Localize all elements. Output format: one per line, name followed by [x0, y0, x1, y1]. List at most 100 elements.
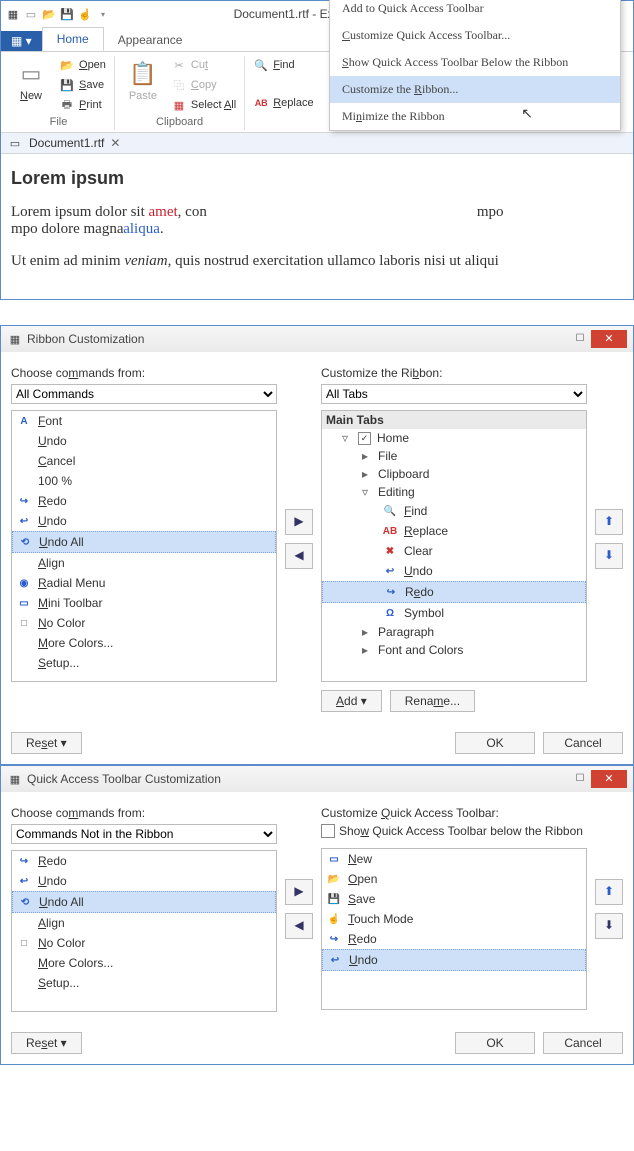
list-item[interactable]: ▭New — [322, 849, 586, 869]
list-item[interactable]: ↩Undo — [322, 561, 586, 581]
list-item[interactable]: ↪Redo — [322, 929, 586, 949]
list-item[interactable]: ↩Undo — [12, 511, 276, 531]
rename-button[interactable]: Rename... — [390, 690, 475, 712]
ctx-show-below[interactable]: Show Quick Access Toolbar Below the Ribb… — [330, 49, 620, 76]
list-item[interactable]: Align — [12, 913, 276, 933]
new-button[interactable]: ▭New — [9, 56, 53, 104]
list-item[interactable]: ABReplace — [322, 521, 586, 541]
list-item[interactable]: Undo — [12, 431, 276, 451]
list-item[interactable]: Align — [12, 553, 276, 573]
close-button[interactable]: ✕ — [591, 330, 627, 348]
doc-icon: ▭ — [7, 135, 23, 151]
remove-left-button[interactable]: ◀ — [285, 543, 313, 569]
list-item[interactable]: ↪Redo — [12, 491, 276, 511]
open-button[interactable]: 📂Open — [57, 56, 108, 74]
move-down-button[interactable]: ⬇ — [595, 543, 623, 569]
list-item[interactable]: ▿✓Home — [322, 429, 586, 447]
add-right-button[interactable]: ▶ — [285, 879, 313, 905]
list-item[interactable]: ↩Undo — [322, 949, 586, 971]
copy-button[interactable]: ⿻Copy — [169, 76, 238, 94]
list-item[interactable]: ▸Clipboard — [322, 465, 586, 483]
print-button[interactable]: 🖶Print — [57, 96, 108, 114]
cancel-button[interactable]: Cancel — [543, 1032, 623, 1054]
tab-appearance[interactable]: Appearance — [104, 29, 197, 51]
tabs-select[interactable]: All Tabs — [321, 384, 587, 404]
list-item[interactable]: 💾Save — [322, 889, 586, 909]
maximize-button[interactable]: ☐ — [569, 330, 591, 348]
find-button[interactable]: 🔍Find — [251, 56, 315, 74]
list-item[interactable]: Setup... — [12, 973, 276, 993]
list-item[interactable]: ✖Clear — [322, 541, 586, 561]
remove-left-button[interactable]: ◀ — [285, 913, 313, 939]
maximize-button[interactable]: ☐ — [569, 770, 591, 788]
qat-touch-icon[interactable]: ☝ — [77, 6, 93, 22]
list-item[interactable]: AFont — [12, 411, 276, 431]
list-item[interactable]: ▿Editing — [322, 483, 586, 501]
tab-home[interactable]: Home — [42, 27, 104, 51]
add-dropdown-button[interactable]: Add ▾ — [321, 690, 382, 712]
customize-qat-label: Customize Quick Access Toolbar: — [321, 806, 587, 820]
file-tab[interactable]: ▦ ▾ — [1, 31, 42, 51]
list-item[interactable]: 100 % — [12, 471, 276, 491]
ribbon-tree[interactable]: Main Tabs ▿✓Home▸File▸Clipboard▿Editing🔍… — [321, 410, 587, 682]
list-item[interactable]: 📂Open — [322, 869, 586, 889]
list-item[interactable]: Cancel — [12, 451, 276, 471]
show-below-checkbox[interactable]: Show Quick Access Toolbar below the Ribb… — [321, 824, 587, 838]
list-item[interactable]: ↩Undo — [12, 871, 276, 891]
group-file: ▭New 📂Open 💾Save 🖶Print File — [3, 56, 115, 130]
editor[interactable]: Lorem ipsum Lorem ipsum dolor sit amet, … — [1, 154, 633, 299]
qat-list[interactable]: ▭New📂Open💾Save☝Touch Mode↪Redo↩Undo — [321, 848, 587, 1010]
ctx-add-qat[interactable]: Add to Quick Access Toolbar — [330, 0, 620, 22]
qat-new-icon[interactable]: ▭ — [23, 6, 39, 22]
cancel-button[interactable]: Cancel — [543, 732, 623, 754]
ctx-customize-ribbon[interactable]: Customize the Ribbon... — [330, 76, 620, 103]
dialog-icon: ▦ — [7, 331, 23, 347]
replace-button[interactable]: ABReplace — [251, 94, 315, 112]
list-item[interactable]: □No Color — [12, 613, 276, 633]
list-item[interactable]: ▭Mini Toolbar — [12, 593, 276, 613]
list-item[interactable]: ⟲Undo All — [12, 531, 276, 553]
move-up-button[interactable]: ⬆ — [595, 879, 623, 905]
list-item[interactable]: ↪Redo — [12, 851, 276, 871]
list-item[interactable]: More Colors... — [12, 633, 276, 653]
text-aliqua: aliqua — [123, 221, 160, 237]
ok-button[interactable]: OK — [455, 1032, 535, 1054]
list-item[interactable]: More Colors... — [12, 953, 276, 973]
choose-label: Choose commands from: — [11, 366, 277, 380]
qat-open-icon[interactable]: 📂 — [41, 6, 57, 22]
document-tab[interactable]: ▭ Document1.rtf ✕ — [1, 133, 633, 154]
list-item[interactable]: □No Color — [12, 933, 276, 953]
choose-label: Choose commands from: — [11, 806, 277, 820]
qat-save-icon[interactable]: 💾 — [59, 6, 75, 22]
commands-list[interactable]: AFontUndoCancel100 %↪Redo↩Undo⟲Undo AllA… — [11, 410, 277, 682]
list-item[interactable]: ◉Radial Menu — [12, 573, 276, 593]
commands-list[interactable]: ↪Redo↩Undo⟲Undo AllAlign□No ColorMore Co… — [11, 850, 277, 1012]
selectall-button[interactable]: ▦Select All — [169, 96, 238, 114]
list-item[interactable]: Setup... — [12, 653, 276, 673]
ok-button[interactable]: OK — [455, 732, 535, 754]
save-button[interactable]: 💾Save — [57, 76, 108, 94]
qat-dropdown-icon[interactable]: ▾ — [95, 6, 111, 22]
text-veniam: veniam — [124, 253, 167, 269]
reset-button[interactable]: Reset ▾ — [11, 1032, 82, 1054]
choose-select[interactable]: Commands Not in the Ribbon — [11, 824, 277, 844]
add-right-button[interactable]: ▶ — [285, 509, 313, 535]
list-item[interactable]: ☝Touch Mode — [322, 909, 586, 929]
reset-button[interactable]: Reset ▾ — [11, 732, 82, 754]
ctx-minimize[interactable]: Minimize the Ribbon — [330, 103, 620, 130]
paste-button[interactable]: 📋Paste — [121, 56, 165, 104]
list-item[interactable]: ↪Redo — [322, 581, 586, 603]
ctx-customize-qat[interactable]: Customize Quick Access Toolbar... — [330, 22, 620, 49]
list-item[interactable]: ▸File — [322, 447, 586, 465]
cut-button[interactable]: ✂Cut — [169, 56, 238, 74]
list-item[interactable]: ▸Paragraph — [322, 623, 586, 641]
list-item[interactable]: 🔍Find — [322, 501, 586, 521]
close-button[interactable]: ✕ — [591, 770, 627, 788]
list-item[interactable]: ▸Font and Colors — [322, 641, 586, 659]
move-up-button[interactable]: ⬆ — [595, 509, 623, 535]
list-item[interactable]: ⟲Undo All — [12, 891, 276, 913]
close-tab-icon[interactable]: ✕ — [110, 136, 120, 150]
customize-label: Customize the Ribbon: — [321, 366, 587, 380]
choose-select[interactable]: All Commands — [11, 384, 277, 404]
list-item[interactable]: ΩSymbol — [322, 603, 586, 623]
